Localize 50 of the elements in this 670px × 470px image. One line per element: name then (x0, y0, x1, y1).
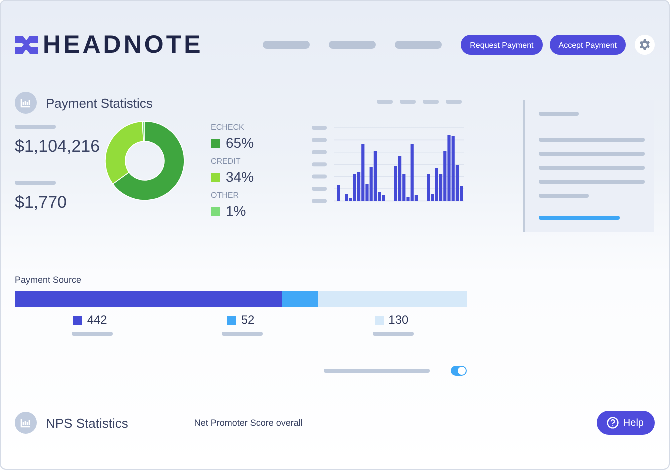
legend-value: 65% (226, 135, 254, 152)
legend-value: 1% (226, 203, 246, 220)
legend-placeholder (446, 100, 462, 104)
legend-value: 442 (87, 313, 108, 327)
legend-placeholder (400, 100, 416, 104)
legend-label: CREDIT (211, 157, 242, 167)
nav-placeholder (329, 41, 376, 49)
legend-label: OTHER (211, 191, 240, 201)
total-amount: $1,104,216 (15, 137, 102, 157)
axis-label-placeholder (312, 199, 327, 204)
header-button[interactable]: Request Payment (461, 35, 543, 55)
logo-text: HEADNOTE (43, 34, 204, 56)
settings-icon (639, 39, 651, 51)
section-label: Payment Source (15, 274, 83, 286)
axis-label-placeholder (312, 187, 327, 191)
caption-text: Net Promoter Score overall (194, 418, 303, 428)
axis-label-placeholder (312, 126, 327, 130)
bar-chart-icon (15, 412, 37, 434)
bar-chart-icon (15, 92, 37, 114)
label-placeholder (373, 332, 414, 336)
label-placeholder (72, 332, 113, 336)
help-icon (607, 417, 620, 429)
axis-label-placeholder (312, 162, 327, 167)
nav-placeholder (395, 41, 442, 49)
toggle-switch[interactable] (451, 366, 467, 376)
axis-label-placeholder (312, 174, 327, 179)
legend-placeholder (377, 100, 393, 104)
total-amount: $1,770 (15, 193, 68, 213)
legend-value: 130 (388, 313, 409, 327)
legend-value: 34% (226, 169, 254, 186)
text-placeholder (539, 112, 579, 116)
nav-placeholder (263, 41, 310, 49)
help-button[interactable]: Help (597, 411, 655, 435)
logo-icon (15, 36, 38, 54)
header-button[interactable]: Accept Payment (550, 35, 626, 55)
text-placeholder (539, 194, 589, 198)
axis-label-placeholder (312, 150, 327, 154)
legend-swatch (374, 316, 384, 324)
legend-swatch (227, 316, 236, 324)
legend-swatch (73, 316, 82, 324)
legend-label: ECHECK (211, 123, 246, 133)
label-placeholder (222, 332, 264, 336)
axis-label-placeholder (312, 138, 327, 142)
label-placeholder (15, 125, 56, 129)
settings-button[interactable] (635, 35, 655, 55)
section-title: Payment Statistics (46, 96, 153, 110)
legend-value: 52 (241, 313, 255, 327)
legend-placeholder (423, 100, 439, 104)
section-title: NPS Statistics (46, 416, 128, 430)
label-placeholder (15, 181, 56, 185)
